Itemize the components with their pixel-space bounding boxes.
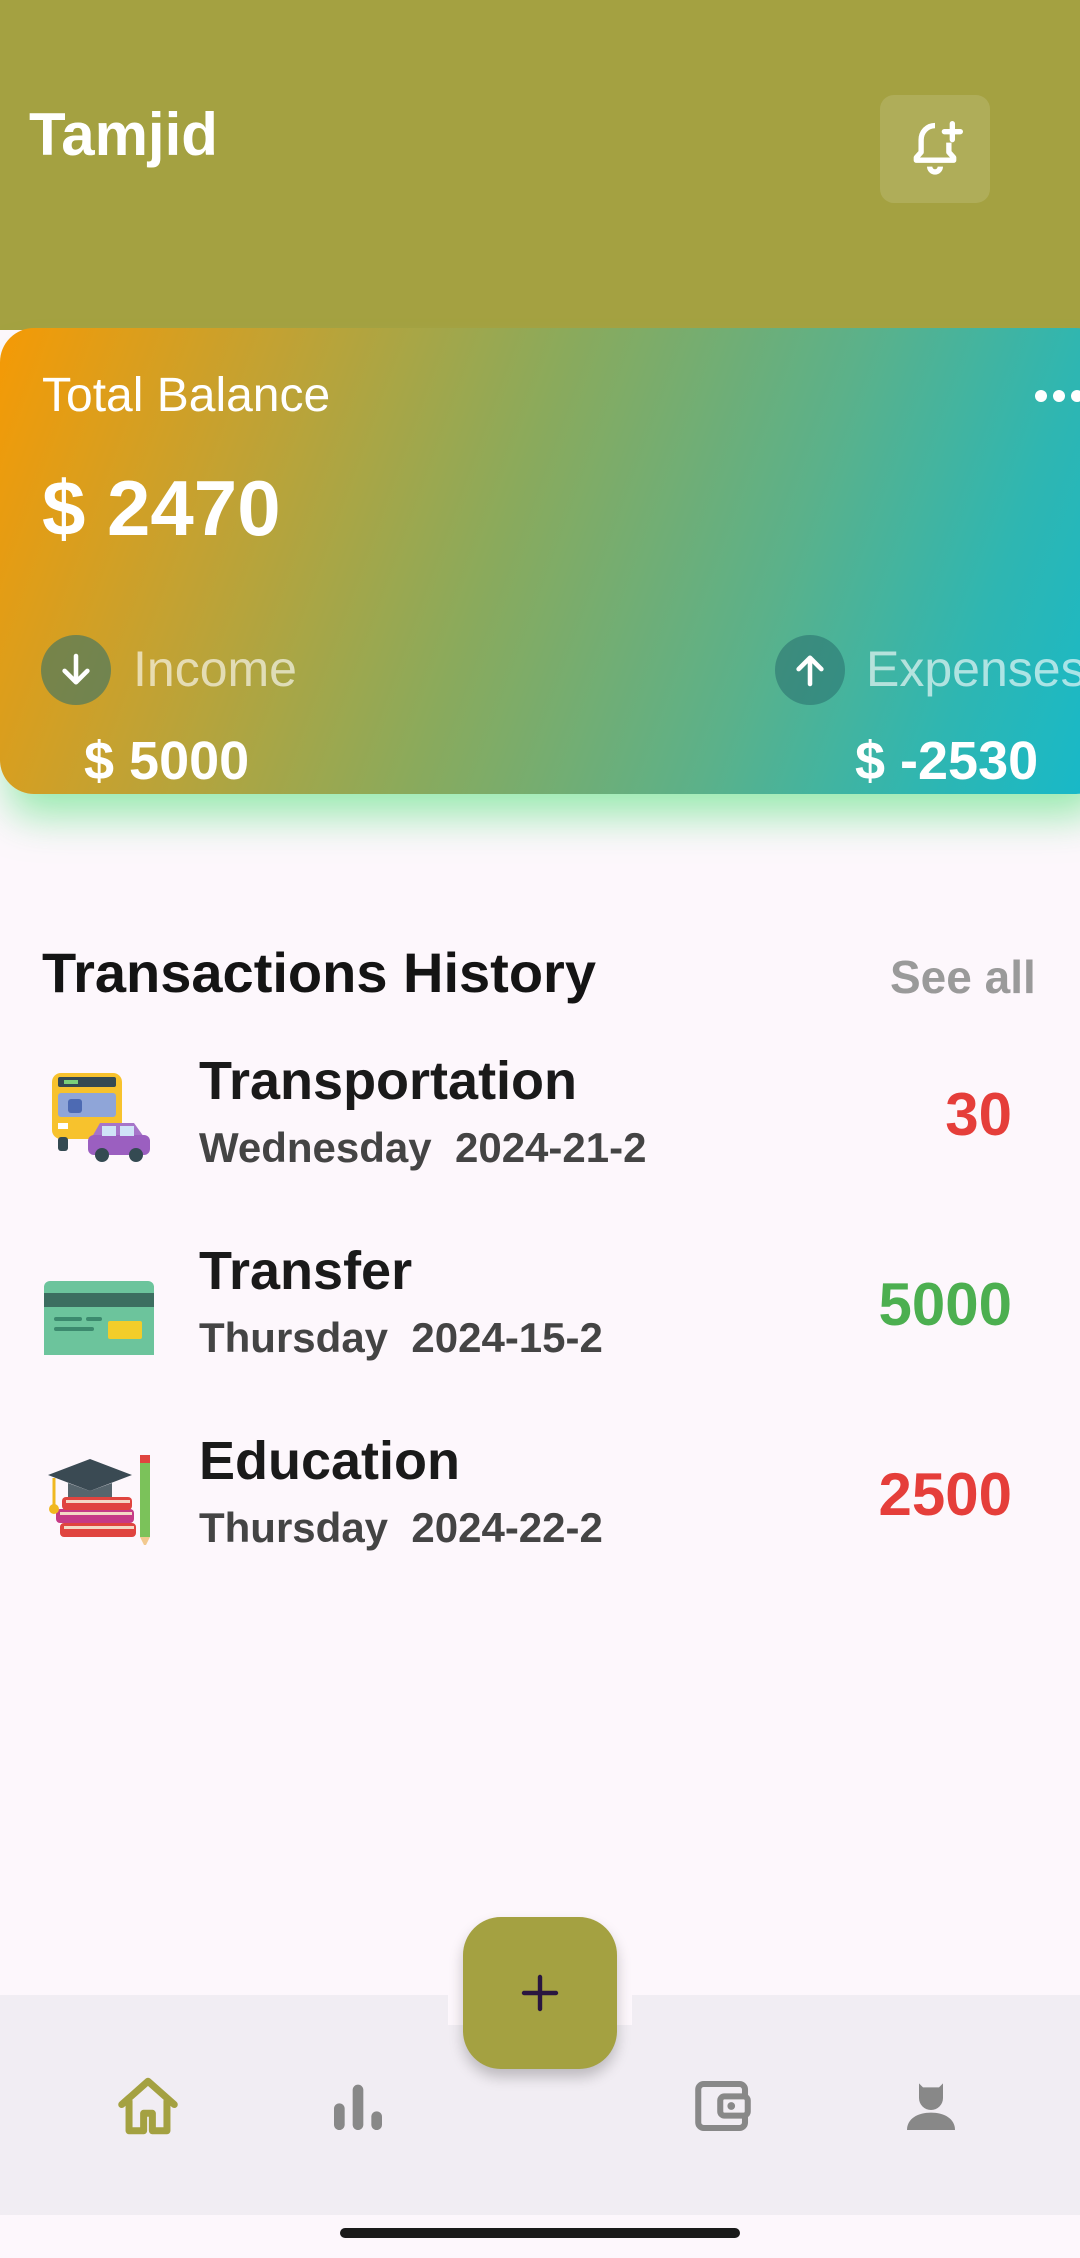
transaction-title: Education: [199, 1431, 461, 1491]
app-root: Tamjid Total Balance $ 2470 Income $ 500…: [0, 0, 1080, 2258]
transaction-title: Transfer: [199, 1241, 413, 1301]
profile-icon: [907, 2083, 955, 2130]
transaction-amount: 30: [945, 1081, 1012, 1148]
bell-plus-icon: [913, 121, 963, 175]
transportation-icon: [52, 1073, 150, 1162]
expenses-amount: $ -2530: [855, 731, 1039, 791]
expenses-label: Expenses: [866, 641, 1080, 697]
nav-stats[interactable]: [318, 2066, 398, 2146]
income-amount: $ 5000: [84, 731, 250, 791]
transactions-title: Transactions History: [42, 941, 596, 1004]
nav-wallet[interactable]: [683, 2066, 763, 2146]
user-name: Tamjid: [29, 101, 218, 168]
transaction-title: Transportation: [199, 1051, 578, 1111]
income-label: Income: [133, 641, 297, 697]
add-notification-button[interactable]: [880, 95, 990, 203]
education-icon: [48, 1455, 150, 1545]
transaction-date: Thursday 2024-15-2: [199, 1314, 603, 1361]
arrow-down-icon: [41, 635, 111, 705]
total-balance-amount: $ 2470: [42, 464, 281, 552]
transaction-row[interactable]: Education Thursday 2024-22-2 2500: [0, 1430, 1080, 1580]
transaction-row[interactable]: Transportation Wednesday 2024-21-2 30: [0, 1050, 1080, 1200]
stats-icon: [334, 2084, 382, 2130]
plus-icon: [521, 1974, 559, 2012]
wallet-icon: [695, 2080, 751, 2132]
transaction-date: Thursday 2024-22-2: [199, 1504, 603, 1551]
transaction-row[interactable]: Transfer Thursday 2024-15-2 5000: [0, 1240, 1080, 1390]
total-balance-label: Total Balance: [42, 369, 331, 422]
credit-card-icon: [44, 1281, 154, 1355]
nav-profile[interactable]: [891, 2066, 971, 2146]
nav-home[interactable]: [108, 2066, 188, 2146]
home-icon: [118, 2077, 178, 2135]
transaction-amount: 5000: [878, 1271, 1012, 1338]
add-transaction-button[interactable]: [463, 1917, 617, 2069]
transaction-date: Wednesday 2024-21-2: [199, 1124, 647, 1171]
more-options-icon[interactable]: [1035, 390, 1080, 404]
see-all-link[interactable]: See all: [890, 950, 1036, 1004]
arrow-up-icon: [775, 635, 845, 705]
header: Tamjid: [0, 0, 1080, 330]
transaction-amount: 2500: [878, 1461, 1012, 1528]
balance-card: Total Balance $ 2470: [0, 328, 1080, 794]
home-indicator[interactable]: [340, 2228, 740, 2238]
